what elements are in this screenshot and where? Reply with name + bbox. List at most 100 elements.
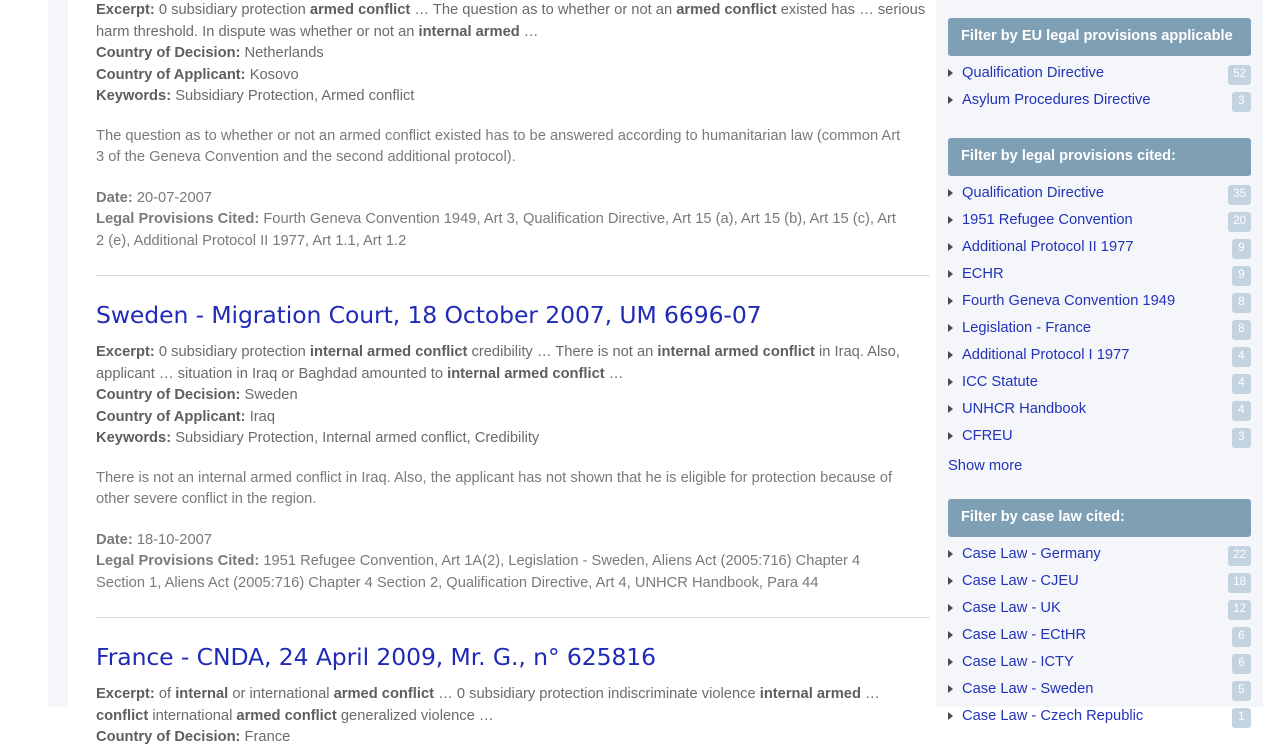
facet-list-item[interactable]: CFREU 3 [948, 424, 1251, 451]
left-rail [48, 0, 68, 707]
facet-filter-link[interactable]: CFREU [962, 427, 1232, 446]
facet-list-item[interactable]: Additional Protocol I 1977 4 [948, 343, 1251, 370]
caret-right-icon [948, 658, 953, 666]
facet-count-badge: 4 [1232, 401, 1251, 421]
excerpt-text: 0 subsidiary protection armed conflict …… [96, 2, 926, 40]
facet-gap [936, 731, 1263, 754]
facet-count-badge: 12 [1228, 600, 1251, 620]
facet-filter-link[interactable]: Case Law - ECtHR [962, 626, 1232, 645]
caret-right-icon [948, 324, 953, 332]
facet-filter-link[interactable]: ICC Statute [962, 373, 1232, 392]
facet-filter-link[interactable]: Additional Protocol II 1977 [962, 238, 1232, 257]
facet-list-item[interactable]: Legislation - France 8 [948, 316, 1251, 343]
facet-count-badge: 4 [1232, 374, 1251, 394]
country-of-decision-value: Netherlands [244, 45, 324, 61]
country-of-decision-label: Country of Decision: [96, 45, 241, 61]
caret-right-icon [948, 577, 953, 585]
facet-gap [936, 115, 1263, 138]
case-title-link[interactable]: Sweden - Migration Court, 18 October 200… [96, 300, 930, 330]
facet-count-badge: 5 [1232, 681, 1251, 701]
facet-list-item[interactable]: Case Law - UK 12 [948, 596, 1251, 623]
excerpt-label: Excerpt: [96, 344, 155, 360]
facet-filter-link[interactable]: UNHCR Handbook [962, 400, 1232, 419]
caret-right-icon [948, 712, 953, 720]
facet-title: Filter by legal provisions cited: [948, 138, 1251, 176]
facet-gap [936, 476, 1263, 499]
facet-filter-link[interactable]: Case Law - Czech Republic [962, 707, 1232, 726]
facet-filter-link[interactable]: Asylum Procedures Directive [962, 91, 1232, 110]
date-label: Date: [96, 531, 133, 548]
facet-list-item[interactable]: Case Law - CJEU 18 [948, 569, 1251, 596]
result-citation-block: Date: 18-10-2007 Legal Provisions Cited: … [96, 530, 900, 595]
facet-filter-link[interactable]: ECHR [962, 265, 1232, 284]
country-of-decision-label: Country of Decision: [96, 729, 241, 745]
facet-filter-link[interactable]: Case Law - CJEU [962, 572, 1228, 591]
show-more-link[interactable]: Show more [948, 457, 1022, 476]
case-title-link[interactable]: France - CNDA, 24 April 2009, Mr. G., n°… [96, 642, 930, 672]
facet-list-item[interactable]: Case Law - Germany 22 [948, 542, 1251, 569]
facet-filter-link[interactable]: 1951 Refugee Convention [962, 211, 1228, 230]
facet-title: Filter by EU legal provisions applicable [948, 18, 1251, 56]
facet-list-item[interactable]: Fourth Geneva Convention 1949 8 [948, 289, 1251, 316]
facet-count-badge: 8 [1232, 293, 1251, 313]
facet-count-badge: 3 [1232, 428, 1251, 448]
search-result-item: Sweden - Migration Court, 18 October 200… [96, 275, 930, 594]
facet-list-item[interactable]: Case Law - ECtHR 6 [948, 623, 1251, 650]
search-result-item: Excerpt: 0 subsidiary protection armed c… [96, 0, 930, 252]
facet-filter-link[interactable]: Legislation - France [962, 319, 1232, 338]
facet-list-item[interactable]: Case Law - Czech Republic 1 [948, 704, 1251, 731]
filter-facet: Filter by EU legal provisions applicable… [948, 18, 1251, 115]
filters-sidebar: Filter by EU legal provisions applicable… [936, 0, 1263, 728]
facet-filter-link[interactable]: Qualification Directive [962, 64, 1228, 83]
facet-filter-link[interactable]: Case Law - UK [962, 599, 1228, 618]
caret-right-icon [948, 96, 953, 104]
facet-count-badge: 22 [1228, 546, 1251, 566]
date-value: 20-07-2007 [136, 189, 212, 206]
filter-facet: Filter by case law cited: Case Law - Germ… [948, 499, 1251, 731]
facet-filter-link[interactable]: Case Law - Germany [962, 545, 1228, 564]
keywords-label: Keywords: [96, 430, 172, 446]
excerpt-label: Excerpt: [96, 2, 155, 18]
filter-facet: Filter by legal provisions cited: Qualifi… [948, 138, 1251, 476]
facet-list-item[interactable]: Qualification Directive 52 [948, 61, 1251, 88]
caret-right-icon [948, 243, 953, 251]
keywords-value: Subsidiary Protection, Armed conflict [175, 88, 415, 104]
country-of-decision-value: Sweden [244, 387, 298, 403]
country-of-applicant-value: Iraq [249, 408, 275, 425]
facet-count-badge: 3 [1232, 92, 1251, 112]
legal-provisions-cited-label: Legal Provisions Cited: [96, 553, 260, 569]
caret-right-icon [948, 685, 953, 693]
caret-right-icon [948, 69, 953, 77]
facet-filter-link[interactable]: Additional Protocol I 1977 [962, 346, 1232, 365]
facet-list-item[interactable]: Asylum Procedures Directive 3 [948, 88, 1251, 115]
facet-count-badge: 9 [1232, 266, 1251, 286]
facet-filter-link[interactable]: Case Law - ICTY [962, 653, 1232, 672]
facet-count-badge: 6 [1232, 654, 1251, 674]
country-of-applicant-label: Country of Applicant: [96, 408, 246, 425]
caret-right-icon [948, 216, 953, 224]
result-summary: The question as to whether or not an arm… [96, 127, 901, 166]
facet-filter-link[interactable]: Fourth Geneva Convention 1949 [962, 292, 1232, 311]
caret-right-icon [948, 351, 953, 359]
country-of-decision-label: Country of Decision: [96, 387, 241, 403]
result-meta: Excerpt: 0 subsidiary protection armed c… [96, 0, 930, 108]
facet-list: Case Law - Germany 22 Case Law - CJEU 18 Cas… [948, 537, 1251, 731]
facet-list-item[interactable]: ECHR 9 [948, 262, 1251, 289]
facet-filter-link[interactable]: Case Law - Sweden [962, 680, 1232, 699]
facet-list-item[interactable]: Qualification Directive 35 [948, 181, 1251, 208]
facet-list-item[interactable]: Case Law - Sweden 5 [948, 677, 1251, 704]
facet-filter-link[interactable]: Qualification Directive [962, 184, 1228, 203]
facet-list-item[interactable]: ICC Statute 4 [948, 370, 1251, 397]
keywords-value: Subsidiary Protection, Internal armed co… [175, 430, 540, 446]
facet-list-item[interactable]: Case Law - ICTY 6 [948, 650, 1251, 677]
facet-count-badge: 9 [1232, 239, 1251, 259]
facet-count-badge: 20 [1228, 212, 1251, 232]
caret-right-icon [948, 631, 953, 639]
result-meta: Excerpt: 0 subsidiary protection interna… [96, 342, 930, 450]
facet-list-item[interactable]: 1951 Refugee Convention 20 [948, 208, 1251, 235]
result-meta: Excerpt: of internal or international ar… [96, 684, 930, 749]
facet-list-item[interactable]: UNHCR Handbook 4 [948, 397, 1251, 424]
facet-list-item[interactable]: Additional Protocol II 1977 9 [948, 235, 1251, 262]
caret-right-icon [948, 432, 953, 440]
